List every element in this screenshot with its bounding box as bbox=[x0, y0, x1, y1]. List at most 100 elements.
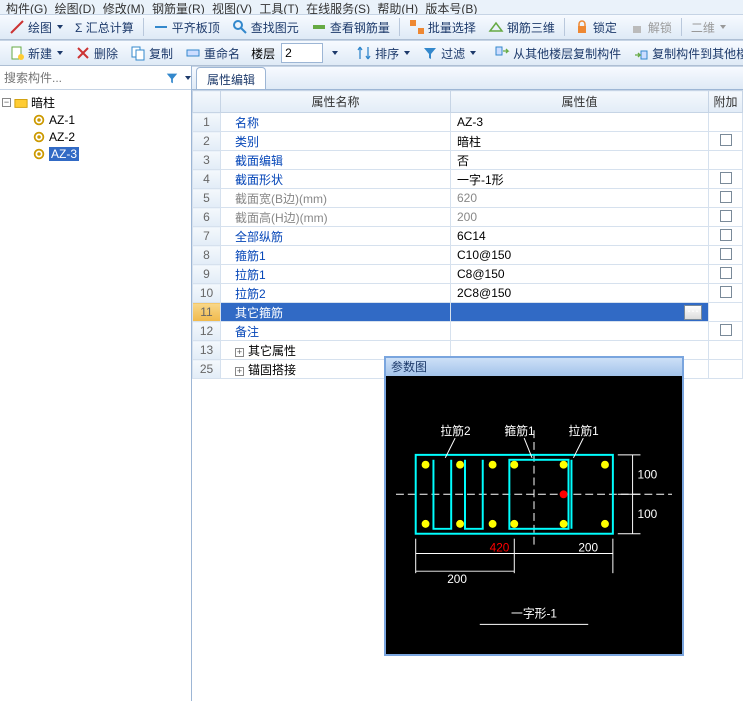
prop-extra[interactable] bbox=[709, 227, 743, 246]
param-diagram-window[interactable]: 参数图 拉筋2 bbox=[384, 356, 684, 656]
prop-name: 截面宽(B边)(mm) bbox=[221, 189, 451, 208]
menu-item[interactable]: 修改(M) bbox=[103, 0, 145, 14]
expand-icon[interactable]: + bbox=[235, 348, 244, 357]
property-row[interactable]: 4截面形状一字-1形 bbox=[193, 170, 743, 189]
menu-item[interactable]: 在线服务(S) bbox=[306, 0, 370, 14]
prop-value[interactable]: ⋯ bbox=[451, 303, 709, 322]
viewrebar-button[interactable]: 查看钢筋量 bbox=[306, 16, 395, 38]
property-row[interactable]: 8箍筋1C10@150 bbox=[193, 246, 743, 265]
row-index: 5 bbox=[193, 189, 221, 208]
checkbox[interactable] bbox=[720, 248, 732, 260]
checkbox[interactable] bbox=[720, 210, 732, 222]
prop-extra[interactable] bbox=[709, 360, 743, 379]
dropdown-icon[interactable] bbox=[185, 76, 191, 80]
prop-extra[interactable] bbox=[709, 151, 743, 170]
checkbox[interactable] bbox=[720, 286, 732, 298]
prop-value[interactable]: AZ-3 bbox=[451, 113, 709, 132]
prop-extra[interactable] bbox=[709, 113, 743, 132]
prop-value[interactable]: C10@150 bbox=[451, 246, 709, 265]
menu-item[interactable]: 视图(V) bbox=[212, 0, 252, 14]
sort-button[interactable]: 排序 bbox=[351, 42, 415, 64]
property-row[interactable]: 7全部纵筋6C14 bbox=[193, 227, 743, 246]
checkbox[interactable] bbox=[720, 191, 732, 203]
checkbox[interactable] bbox=[720, 172, 732, 184]
prop-value[interactable]: 6C14 bbox=[451, 227, 709, 246]
row-index: 2 bbox=[193, 132, 221, 151]
tree-item[interactable]: AZ-2 bbox=[2, 128, 189, 145]
prop-extra[interactable] bbox=[709, 132, 743, 151]
search-bar bbox=[0, 66, 191, 90]
filter-icon[interactable] bbox=[165, 71, 179, 85]
collapse-icon[interactable]: − bbox=[2, 98, 11, 107]
prop-value[interactable]: C8@150 bbox=[451, 265, 709, 284]
copyto-button[interactable]: 复制构件到其他楼层 bbox=[628, 42, 743, 64]
prop-value[interactable]: 2C8@150 bbox=[451, 284, 709, 303]
tree-label: AZ-1 bbox=[49, 113, 75, 127]
menu-item[interactable]: 工具(T) bbox=[259, 0, 298, 14]
copyfrom-button[interactable]: 从其他楼层复制构件 bbox=[489, 42, 626, 64]
property-row[interactable]: 10拉筋22C8@150 bbox=[193, 284, 743, 303]
checkbox[interactable] bbox=[720, 267, 732, 279]
prop-value[interactable]: 否 bbox=[451, 151, 709, 170]
filter-button[interactable]: 过滤 bbox=[417, 42, 481, 64]
row-index: 6 bbox=[193, 208, 221, 227]
ellipsis-button[interactable]: ⋯ bbox=[684, 305, 702, 320]
property-row[interactable]: 9拉筋1C8@150 bbox=[193, 265, 743, 284]
tab-property-edit[interactable]: 属性编辑 bbox=[196, 67, 266, 89]
findelem-button[interactable]: 查找图元 bbox=[227, 16, 304, 38]
menu-item[interactable]: 帮助(H) bbox=[377, 0, 418, 14]
unlock-button[interactable]: 解锁 bbox=[624, 16, 677, 38]
menu-item[interactable]: 版本号(B) bbox=[425, 0, 477, 14]
prop-extra[interactable] bbox=[709, 284, 743, 303]
property-row[interactable]: 11其它箍筋⋯ bbox=[193, 303, 743, 322]
prop-value[interactable]: 暗柱 bbox=[451, 132, 709, 151]
view2d-button[interactable]: 二维 bbox=[686, 16, 731, 38]
del-button[interactable]: 删除 bbox=[70, 42, 123, 64]
menu-item[interactable]: 构件(G) bbox=[6, 0, 47, 14]
dropdown-icon bbox=[720, 25, 726, 29]
prop-extra[interactable] bbox=[709, 170, 743, 189]
property-row[interactable]: 1名称AZ-3 bbox=[193, 113, 743, 132]
right-pane: 属性编辑 属性名称 属性值 附加 1名称AZ-32类别暗柱3截面编辑否4截面形状… bbox=[192, 66, 743, 701]
menu-item[interactable]: 钢筋量(R) bbox=[152, 0, 205, 14]
row-index: 1 bbox=[193, 113, 221, 132]
checkbox[interactable] bbox=[720, 324, 732, 336]
property-row[interactable]: 5截面宽(B边)(mm)620 bbox=[193, 189, 743, 208]
prop-extra[interactable] bbox=[709, 341, 743, 360]
new-button[interactable]: 新建 bbox=[4, 42, 68, 64]
rename-button[interactable]: 重命名 bbox=[180, 42, 245, 64]
prop-extra[interactable] bbox=[709, 322, 743, 341]
batchsel-button[interactable]: 批量选择 bbox=[404, 16, 481, 38]
sum-button[interactable]: Σ 汇总计算 bbox=[70, 16, 139, 38]
floor-input[interactable] bbox=[281, 43, 323, 63]
rebar3d-button[interactable]: 钢筋三维 bbox=[483, 16, 560, 38]
leveltop-button[interactable]: 平齐板顶 bbox=[148, 16, 225, 38]
tree-item[interactable]: AZ-1 bbox=[2, 111, 189, 128]
copy-button[interactable]: 复制 bbox=[125, 42, 178, 64]
prop-extra[interactable] bbox=[709, 246, 743, 265]
prop-value[interactable]: 一字-1形 bbox=[451, 170, 709, 189]
prop-extra[interactable] bbox=[709, 265, 743, 284]
prop-value[interactable]: 200 bbox=[451, 208, 709, 227]
prop-value[interactable]: 620 bbox=[451, 189, 709, 208]
prop-extra[interactable] bbox=[709, 303, 743, 322]
tree-root[interactable]: − 暗柱 bbox=[2, 94, 189, 111]
svg-text:100: 100 bbox=[638, 468, 658, 482]
draw-button[interactable]: 绘图 bbox=[4, 16, 68, 38]
property-row[interactable]: 3截面编辑否 bbox=[193, 151, 743, 170]
expand-icon[interactable]: + bbox=[235, 367, 244, 376]
floor-dropdown[interactable] bbox=[325, 42, 343, 64]
menu-item[interactable]: 绘图(D) bbox=[55, 0, 96, 14]
prop-value[interactable] bbox=[451, 322, 709, 341]
property-row[interactable]: 6截面高(H边)(mm)200 bbox=[193, 208, 743, 227]
svg-text:一字形-1: 一字形-1 bbox=[511, 607, 557, 621]
tree-item[interactable]: AZ-3 bbox=[2, 145, 189, 162]
prop-extra[interactable] bbox=[709, 208, 743, 227]
checkbox[interactable] bbox=[720, 229, 732, 241]
prop-extra[interactable] bbox=[709, 189, 743, 208]
property-row[interactable]: 2类别暗柱 bbox=[193, 132, 743, 151]
checkbox[interactable] bbox=[720, 134, 732, 146]
lock-button[interactable]: 锁定 bbox=[569, 16, 622, 38]
property-row[interactable]: 12备注 bbox=[193, 322, 743, 341]
search-input[interactable] bbox=[4, 71, 161, 85]
